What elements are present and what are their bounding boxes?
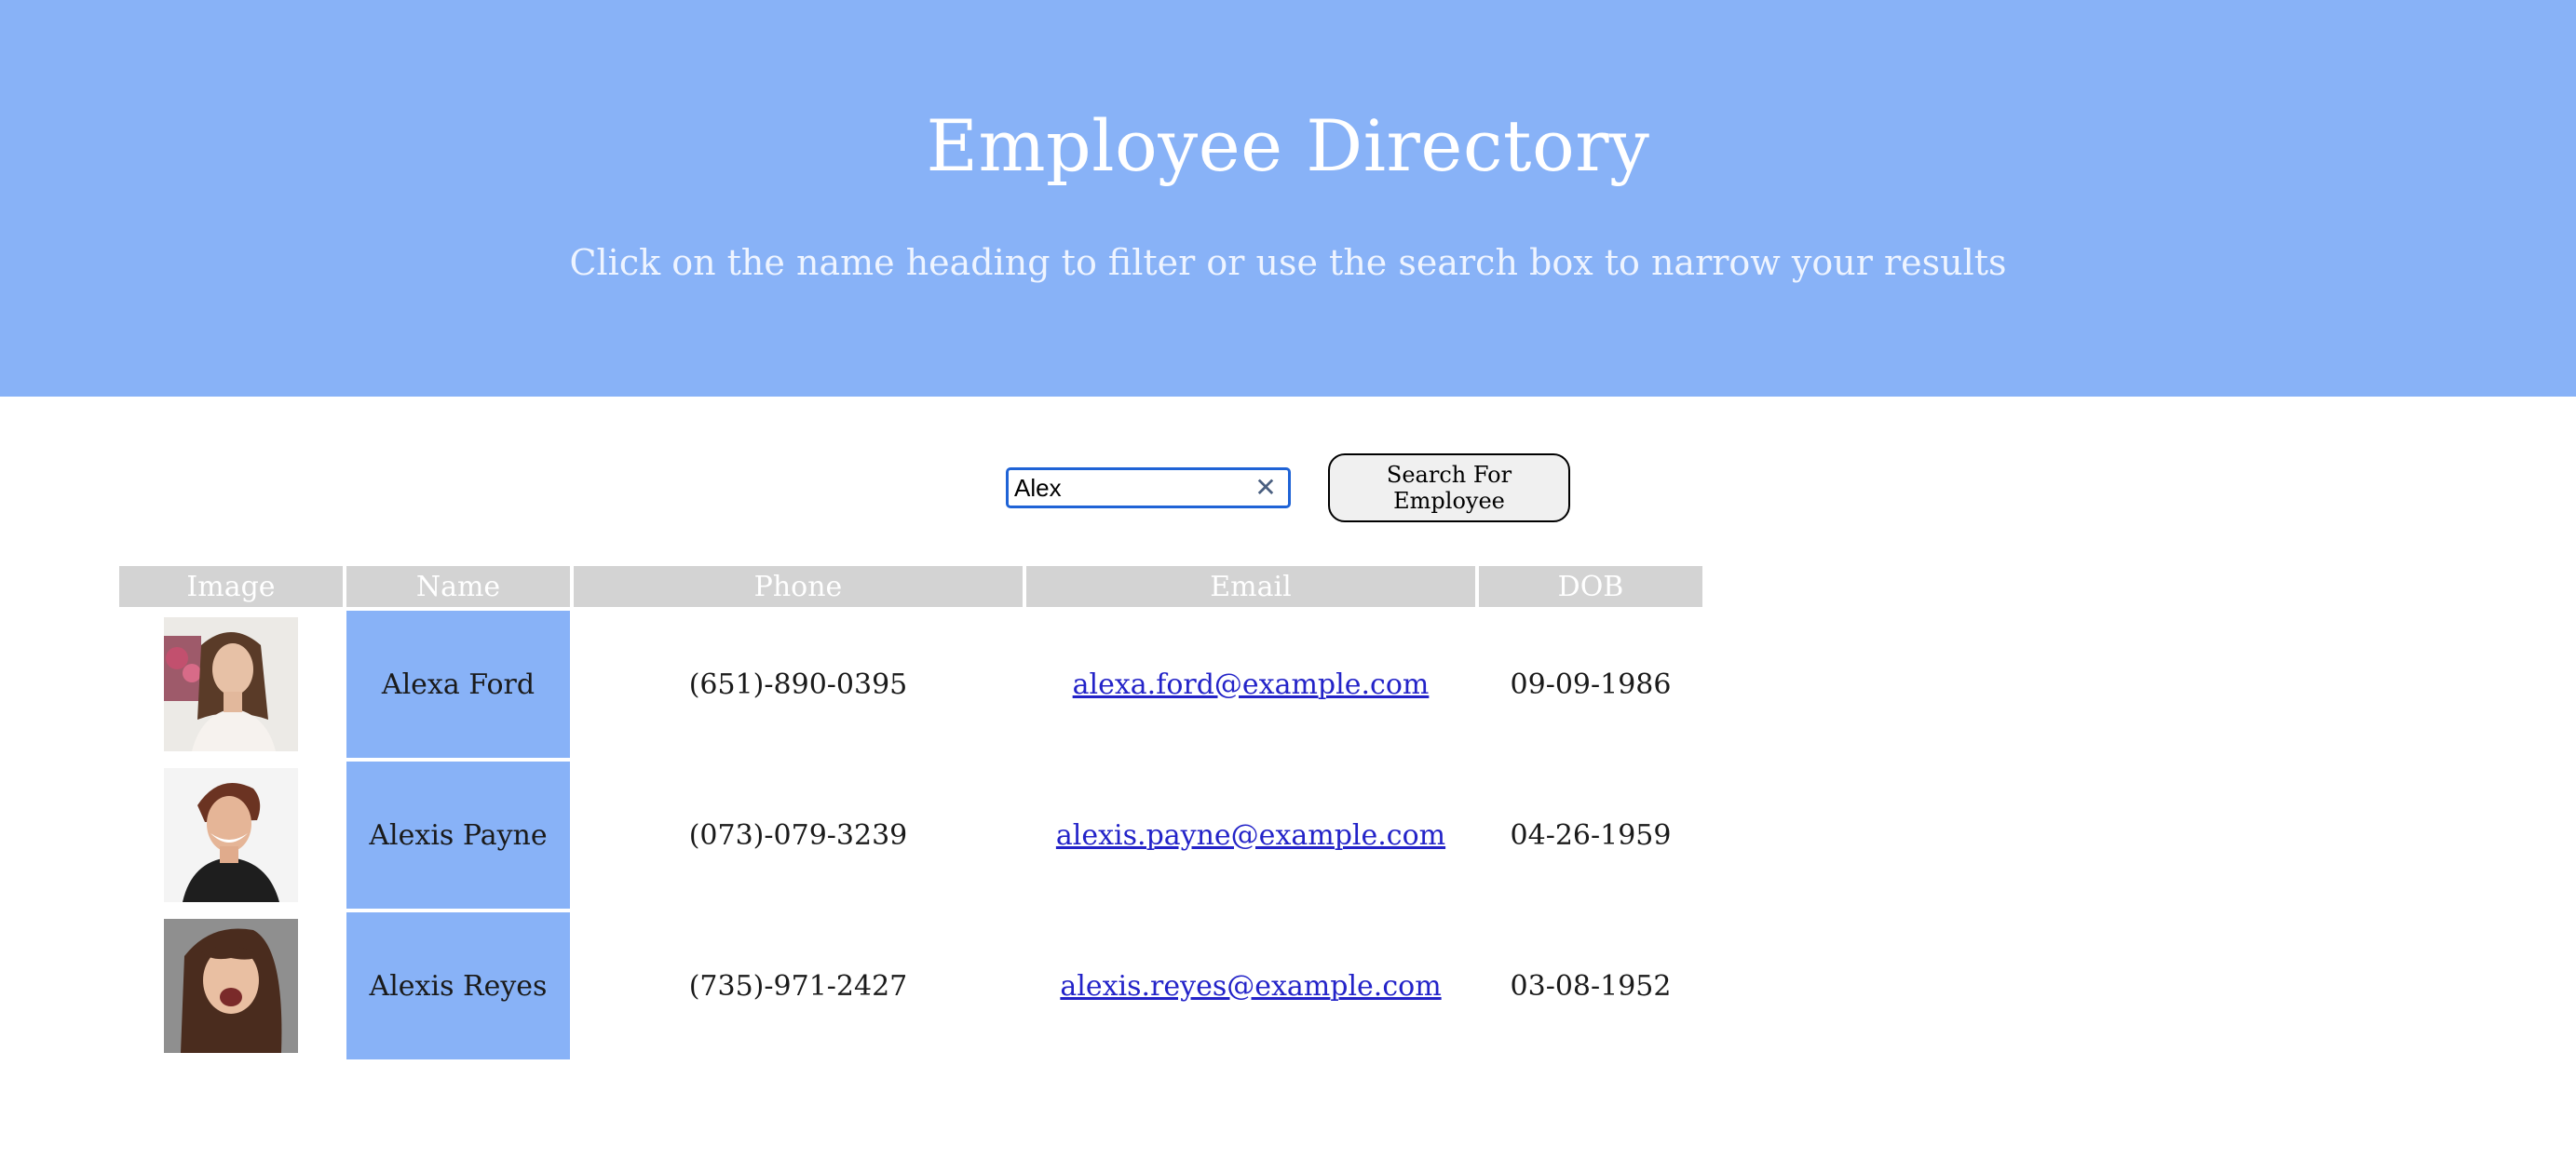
- page-subtitle: Click on the name heading to filter or u…: [569, 242, 2007, 283]
- phone-cell: (651)-890-0395: [688, 668, 908, 701]
- email-link[interactable]: alexis.payne@example.com: [1056, 819, 1445, 852]
- close-icon[interactable]: ✕: [1253, 474, 1279, 502]
- column-header-image: Image: [119, 566, 343, 607]
- phone-cell: (073)-079-3239: [688, 818, 908, 852]
- email-cell: alexis.reyes@example.com: [1026, 912, 1475, 1059]
- name-cell: Alexis Reyes: [346, 912, 570, 1059]
- name-cell: Alexis Payne: [346, 762, 570, 909]
- search-bar: ✕ Search For Employee: [1006, 453, 1574, 524]
- name-cell: Alexa Ford: [346, 611, 570, 758]
- column-header-name[interactable]: Name: [346, 566, 570, 607]
- email-link[interactable]: alexa.ford@example.com: [1073, 668, 1430, 701]
- image-cell: [119, 611, 343, 758]
- search-field: ✕: [1006, 467, 1291, 508]
- email-cell: alexis.payne@example.com: [1026, 762, 1475, 909]
- avatar: [164, 617, 298, 751]
- avatar: [164, 768, 298, 902]
- dob-cell: 03-08-1952: [1510, 969, 1672, 1003]
- search-button[interactable]: Search For Employee: [1328, 453, 1570, 522]
- table-row: Alexis Reyes (735)-971-2427 alexis.reyes…: [119, 912, 1702, 1059]
- table-header-row: Image Name Phone Email DOB: [119, 566, 1702, 607]
- search-input[interactable]: [1014, 470, 1247, 506]
- column-header-dob: DOB: [1479, 566, 1702, 607]
- table-row: Alexis Payne (073)-079-3239 alexis.payne…: [119, 762, 1702, 909]
- column-header-email: Email: [1026, 566, 1475, 607]
- email-cell: alexa.ford@example.com: [1026, 611, 1475, 758]
- table-row: Alexa Ford (651)-890-0395 alexa.ford@exa…: [119, 611, 1702, 758]
- phone-cell: (735)-971-2427: [688, 969, 908, 1003]
- dob-cell: 09-09-1986: [1510, 668, 1672, 701]
- avatar: [164, 919, 298, 1053]
- dob-cell: 04-26-1959: [1510, 818, 1672, 852]
- column-header-phone: Phone: [574, 566, 1023, 607]
- image-cell: [119, 762, 343, 909]
- image-cell: [119, 912, 343, 1059]
- page-title: Employee Directory: [926, 104, 1650, 187]
- employee-table: Image Name Phone Email DOB Alexa Ford (6…: [115, 562, 1706, 1063]
- email-link[interactable]: alexis.reyes@example.com: [1060, 970, 1441, 1003]
- hero-banner: Employee Directory Click on the name hea…: [0, 0, 2576, 397]
